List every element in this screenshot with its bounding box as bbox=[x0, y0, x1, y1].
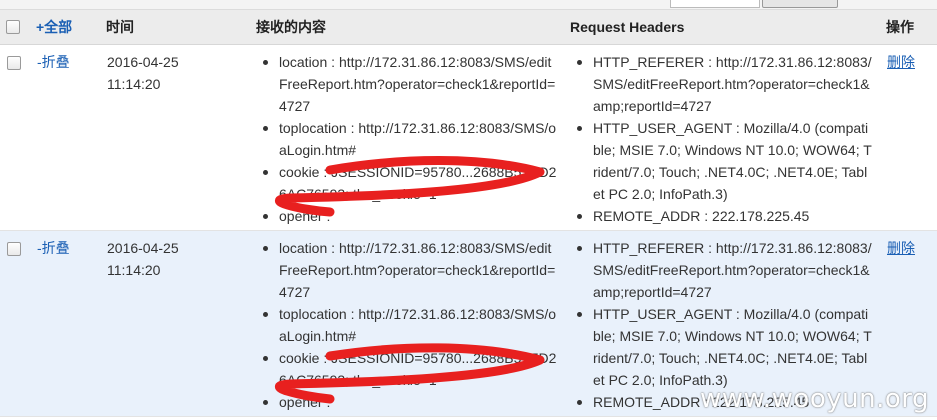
list-item: HTTP_REFERER : http://172.31.86.12:8083/… bbox=[571, 51, 874, 117]
list-item: REMOTE_ADDR : 222.178.225.45 bbox=[571, 205, 874, 227]
header-checkbox-cell bbox=[0, 10, 36, 45]
list-item: HTTP_USER_AGENT : Mozilla/4.0 (compatibl… bbox=[571, 117, 874, 205]
delete-link[interactable]: 删除 bbox=[887, 54, 915, 70]
delete-link[interactable]: 删除 bbox=[887, 240, 915, 256]
list-item: toplocation : http://172.31.86.12:8083/S… bbox=[257, 117, 558, 161]
header-time: 时间 bbox=[106, 10, 256, 45]
list-item: HTTP_REFERER : http://172.31.86.12:8083/… bbox=[571, 237, 874, 303]
row-checkbox[interactable] bbox=[7, 242, 21, 256]
collapse-link[interactable]: -折叠 bbox=[37, 240, 70, 256]
table-row: -折叠 2016-04-25 11:14:20 location : http:/… bbox=[0, 45, 937, 231]
top-toolbar-strip bbox=[0, 0, 937, 10]
timestamp: 2016-04-25 11:14:20 bbox=[106, 45, 256, 231]
list-item: toplocation : http://172.31.86.12:8083/S… bbox=[257, 303, 558, 347]
date-text: 2016-04-25 bbox=[107, 54, 179, 70]
filter-button[interactable] bbox=[762, 0, 838, 8]
content-list: location : http://172.31.86.12:8083/SMS/… bbox=[257, 237, 558, 413]
row-checkbox[interactable] bbox=[7, 56, 21, 70]
records-table: +全部 时间 接收的内容 Request Headers 操作 -折叠 2016… bbox=[0, 10, 937, 417]
watermark: www.wooyun.org bbox=[699, 384, 929, 414]
select-all-checkbox[interactable] bbox=[6, 19, 20, 34]
list-item: opener : bbox=[257, 391, 558, 413]
time-text: 11:14:20 bbox=[107, 76, 161, 92]
collapse-link[interactable]: -折叠 bbox=[37, 54, 70, 70]
list-item: location : http://172.31.86.12:8083/SMS/… bbox=[257, 237, 558, 303]
filter-input[interactable] bbox=[670, 0, 760, 8]
list-item: cookie : JSESSIONID=95780...2688B51ED26A… bbox=[257, 347, 558, 391]
header-request-headers: Request Headers bbox=[570, 10, 886, 45]
headers-list: HTTP_REFERER : http://172.31.86.12:8083/… bbox=[571, 51, 874, 227]
expand-all-link[interactable]: +全部 bbox=[36, 19, 72, 35]
list-item: location : http://172.31.86.12:8083/SMS/… bbox=[257, 51, 558, 117]
table-header-row: +全部 时间 接收的内容 Request Headers 操作 bbox=[0, 10, 937, 45]
timestamp: 2016-04-25 11:14:20 bbox=[106, 231, 256, 417]
date-text: 2016-04-25 bbox=[107, 240, 179, 256]
content-list: location : http://172.31.86.12:8083/SMS/… bbox=[257, 51, 558, 227]
time-text: 11:14:20 bbox=[107, 262, 161, 278]
list-item: opener : bbox=[257, 205, 558, 227]
header-content: 接收的内容 bbox=[256, 10, 570, 45]
header-action: 操作 bbox=[886, 10, 937, 45]
list-item: HTTP_USER_AGENT : Mozilla/4.0 (compatibl… bbox=[571, 303, 874, 391]
list-item: cookie : JSESSIONID=95780...2688B51ED26A… bbox=[257, 161, 558, 205]
